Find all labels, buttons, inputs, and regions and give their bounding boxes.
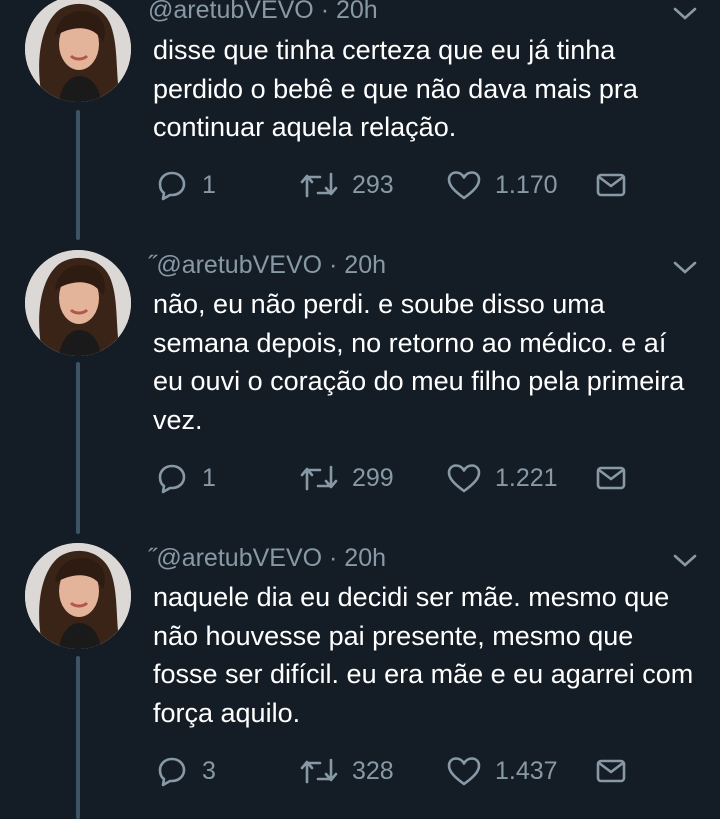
reply-icon (158, 464, 186, 494)
dm-button[interactable] (596, 165, 626, 205)
reply-icon (158, 757, 186, 787)
retweet-button[interactable]: 299 (300, 458, 394, 498)
tweet-actions: 1 299 1.221 (0, 458, 720, 498)
chevron-down-icon[interactable] (672, 553, 698, 569)
tweet-handle[interactable]: ˝@aretubVEVO · 20h (148, 251, 386, 280)
avatar[interactable] (25, 0, 131, 102)
dm-button[interactable] (596, 751, 626, 791)
tweet-handle[interactable]: ˝@aretubVEVO · 20h (148, 544, 386, 573)
reply-count: 1 (202, 170, 216, 199)
reply-button[interactable]: 1 (156, 165, 216, 205)
dm-button[interactable] (596, 458, 626, 498)
envelope-icon (596, 173, 626, 197)
like-button[interactable]: 1.221 (447, 458, 558, 498)
username[interactable]: @aretubVEVO (156, 251, 322, 279)
reply-count: 3 (202, 756, 216, 785)
like-button[interactable]: 1.437 (447, 751, 558, 791)
avatar[interactable] (25, 543, 131, 649)
timestamp[interactable]: · 20h (329, 251, 386, 279)
timestamp[interactable]: · 20h (329, 544, 386, 572)
tweet-text: naquele dia eu decidi ser mãe. mesmo que… (153, 582, 694, 728)
like-count: 1.170 (495, 170, 558, 199)
timestamp[interactable]: · 20h (321, 0, 378, 24)
retweet-icon (300, 465, 338, 491)
envelope-icon (596, 759, 626, 783)
chevron-down-icon[interactable] (672, 260, 698, 276)
retweet-button[interactable]: 328 (300, 751, 394, 791)
tweet[interactable]: ˝@aretubVEVO · 20h não, eu não perdi. e … (0, 248, 720, 538)
like-button[interactable]: 1.170 (447, 165, 558, 205)
tweet[interactable]: @aretubVEVO · 20h disse que tinha certez… (0, 0, 720, 240)
like-count: 1.221 (495, 463, 558, 492)
tweet-text: não, eu não perdi. e soube disso uma sem… (153, 289, 685, 435)
reply-icon (158, 171, 186, 201)
retweet-count: 328 (352, 756, 394, 785)
username[interactable]: @aretubVEVO (148, 0, 314, 24)
tweet-handle[interactable]: @aretubVEVO · 20h (148, 0, 378, 25)
heart-icon (447, 464, 481, 493)
like-count: 1.437 (495, 756, 558, 785)
retweet-count: 293 (352, 170, 394, 199)
retweet-button[interactable]: 293 (300, 165, 394, 205)
tweet[interactable]: ˝@aretubVEVO · 20h naquele dia eu decidi… (0, 541, 720, 819)
chevron-down-icon[interactable] (672, 6, 698, 22)
reply-count: 1 (202, 463, 216, 492)
reply-button[interactable]: 3 (156, 751, 216, 791)
heart-icon (447, 757, 481, 786)
heart-icon (447, 171, 481, 200)
retweet-icon (300, 172, 338, 198)
retweet-count: 299 (352, 463, 394, 492)
tweet-actions: 1 293 1.170 (0, 165, 720, 205)
username[interactable]: @aretubVEVO (156, 544, 322, 572)
avatar[interactable] (25, 250, 131, 356)
tweet-actions: 3 328 1.437 (0, 751, 720, 791)
tweet-text: disse que tinha certeza que eu já tinha … (153, 35, 638, 142)
retweet-icon (300, 758, 338, 784)
reply-button[interactable]: 1 (156, 458, 216, 498)
envelope-icon (596, 466, 626, 490)
